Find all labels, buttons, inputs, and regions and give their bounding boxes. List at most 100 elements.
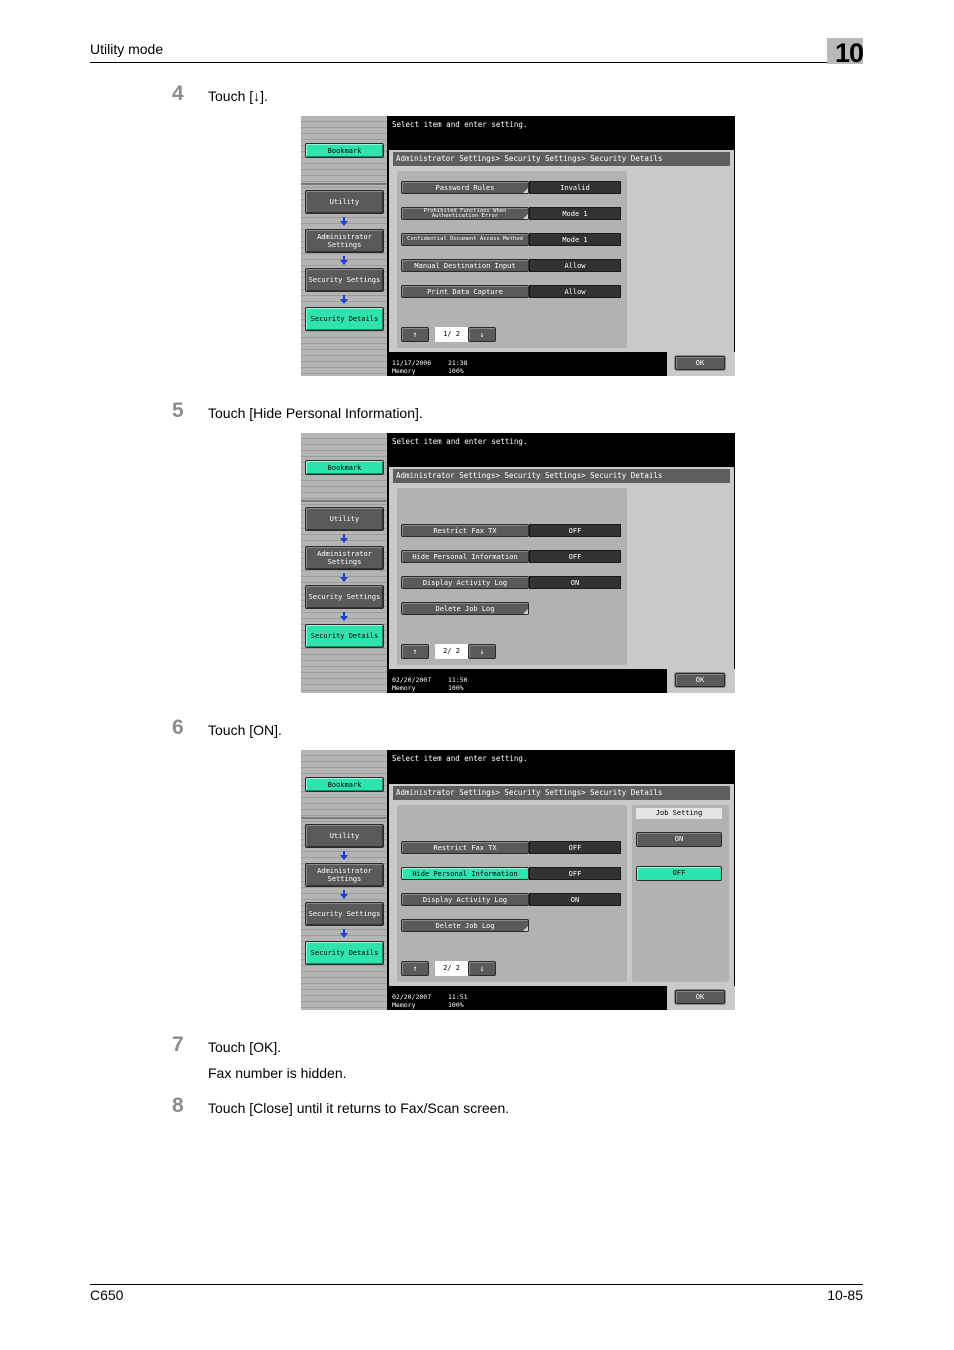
nav-administrator-settings-button[interactable]: Administrator Settings <box>305 546 384 570</box>
display-activity-log-value: ON <box>529 893 621 906</box>
restrict-fax-tx-button[interactable]: Restrict Fax TX <box>401 841 529 854</box>
down-arrow-icon <box>340 295 348 304</box>
breadcrumb: Administrator Settings> Security Setting… <box>393 786 730 800</box>
sidebar: Bookmark Utility Administrator Settings … <box>301 116 387 376</box>
display-activity-log-button[interactable]: Display Activity Log <box>401 576 529 589</box>
page-up-button[interactable]: ↑ <box>401 327 429 342</box>
nav-utility-button[interactable]: Utility <box>305 507 384 531</box>
device-screen-3: Bookmark Utility Administrator Settings … <box>301 750 735 1010</box>
page-down-button[interactable]: ↓ <box>468 644 496 659</box>
step-text: Touch [OK]. <box>208 1039 282 1055</box>
sidebar-divider <box>301 817 387 819</box>
nav-security-details-button[interactable]: Security Details <box>305 307 384 331</box>
ok-area: OK <box>667 986 735 1010</box>
step-number: 6 <box>172 716 184 739</box>
step-number: 4 <box>172 82 184 105</box>
nav-administrator-settings-button[interactable]: Administrator Settings <box>305 863 384 887</box>
status-date: 02/20/2007 <box>392 676 432 684</box>
job-setting-title: Job Setting <box>636 808 722 819</box>
sidebar: Bookmark Utility Administrator Settings … <box>301 750 387 1010</box>
memory-value: 100% <box>448 1001 464 1009</box>
display-activity-log-button[interactable]: Display Activity Log <box>401 893 529 906</box>
footer-model: C650 <box>90 1287 124 1303</box>
chapter-number: 10 <box>834 38 864 68</box>
status-time: 21:38 <box>448 359 468 367</box>
restrict-fax-tx-value: OFF <box>529 524 621 537</box>
page-up-button[interactable]: ↑ <box>401 644 429 659</box>
delete-job-log-button[interactable]: Delete Job Log <box>401 602 529 615</box>
down-arrow-icon <box>340 534 348 543</box>
step-text: Touch [Close] until it returns to Fax/Sc… <box>208 1100 510 1116</box>
header-rule <box>90 62 863 63</box>
password-rules-button[interactable]: Password Rules <box>401 181 529 194</box>
sidebar-divider <box>301 500 387 502</box>
settings-panel: Restrict Fax TX OFF Hide Personal Inform… <box>397 805 627 982</box>
footer-rule <box>90 1284 863 1285</box>
main-area: Administrator Settings> Security Setting… <box>389 467 734 669</box>
down-arrow-icon <box>340 890 348 899</box>
down-arrow-icon <box>340 612 348 621</box>
delete-job-log-button[interactable]: Delete Job Log <box>401 919 529 932</box>
job-setting-off-button[interactable]: OFF <box>636 866 722 881</box>
nav-utility-button[interactable]: Utility <box>305 190 384 214</box>
print-data-capture-button[interactable]: Print Data Capture <box>401 285 529 298</box>
chapter-badge: 10 <box>827 38 864 68</box>
nav-security-settings-button[interactable]: Security Settings <box>305 268 384 292</box>
step-number: 5 <box>172 399 184 422</box>
prohibited-functions-button[interactable]: Prohibited Functions When Authentication… <box>401 207 529 220</box>
status-bar: 02/20/2007 11:50 Memory 100% <box>392 676 468 692</box>
manual-destination-input-value: Allow <box>529 259 621 272</box>
step-text: Touch [Hide Personal Information]. <box>208 405 423 421</box>
ok-button[interactable]: OK <box>675 356 725 370</box>
page-up-button[interactable]: ↑ <box>401 961 429 976</box>
screen-message: Select item and enter setting. <box>392 120 528 129</box>
breadcrumb: Administrator Settings> Security Setting… <box>393 469 730 483</box>
step-number: 8 <box>172 1094 184 1117</box>
confidential-document-button[interactable]: Confidential Document Access Method <box>401 233 529 246</box>
status-time: 11:50 <box>448 676 468 684</box>
step-text: Touch [ON]. <box>208 722 282 738</box>
step-note: Fax number is hidden. <box>208 1065 347 1081</box>
bookmark-button[interactable]: Bookmark <box>305 460 384 475</box>
prohibited-functions-value: Mode 1 <box>529 207 621 220</box>
confidential-document-value: Mode 1 <box>529 233 621 246</box>
ok-area: OK <box>667 669 735 693</box>
step-text: Touch [↓]. <box>208 88 268 104</box>
status-time: 11:51 <box>448 993 468 1001</box>
screen-message: Select item and enter setting. <box>392 437 528 446</box>
settings-panel: Restrict Fax TX OFF Hide Personal Inform… <box>397 488 627 665</box>
manual-destination-input-button[interactable]: Manual Destination Input <box>401 259 529 272</box>
nav-administrator-settings-button[interactable]: Administrator Settings <box>305 229 384 253</box>
page-down-button[interactable]: ↓ <box>468 327 496 342</box>
footer-page-number: 10-85 <box>827 1287 863 1303</box>
settings-panel: Password Rules Invalid Prohibited Functi… <box>397 171 627 348</box>
hide-personal-information-button[interactable]: Hide Personal Information <box>401 550 529 563</box>
job-setting-on-button[interactable]: ON <box>636 832 722 847</box>
device-screen-2: Bookmark Utility Administrator Settings … <box>301 433 735 693</box>
step-number: 7 <box>172 1033 184 1056</box>
memory-label: Memory <box>392 1001 416 1009</box>
hide-personal-information-value: OFF <box>529 550 621 563</box>
down-arrow-icon <box>340 256 348 265</box>
ok-button[interactable]: OK <box>675 990 725 1004</box>
nav-security-settings-button[interactable]: Security Settings <box>305 585 384 609</box>
ok-button[interactable]: OK <box>675 673 725 687</box>
hide-personal-information-button[interactable]: Hide Personal Information <box>401 867 529 880</box>
nav-utility-button[interactable]: Utility <box>305 824 384 848</box>
down-arrow-icon <box>340 851 348 860</box>
bookmark-button[interactable]: Bookmark <box>305 143 384 158</box>
page-down-button[interactable]: ↓ <box>468 961 496 976</box>
nav-security-details-button[interactable]: Security Details <box>305 941 384 965</box>
page-indicator: 2/ 2 <box>435 961 468 976</box>
status-bar: 02/20/2007 11:51 Memory 100% <box>392 993 468 1009</box>
down-arrow-icon <box>340 573 348 582</box>
print-data-capture-value: Allow <box>529 285 621 298</box>
nav-security-details-button[interactable]: Security Details <box>305 624 384 648</box>
job-setting-panel: Job Setting ON OFF <box>632 805 729 982</box>
restrict-fax-tx-button[interactable]: Restrict Fax TX <box>401 524 529 537</box>
sidebar: Bookmark Utility Administrator Settings … <box>301 433 387 693</box>
status-date: 11/17/2006 <box>392 359 432 367</box>
main-area: Administrator Settings> Security Setting… <box>389 150 734 352</box>
bookmark-button[interactable]: Bookmark <box>305 777 384 792</box>
nav-security-settings-button[interactable]: Security Settings <box>305 902 384 926</box>
